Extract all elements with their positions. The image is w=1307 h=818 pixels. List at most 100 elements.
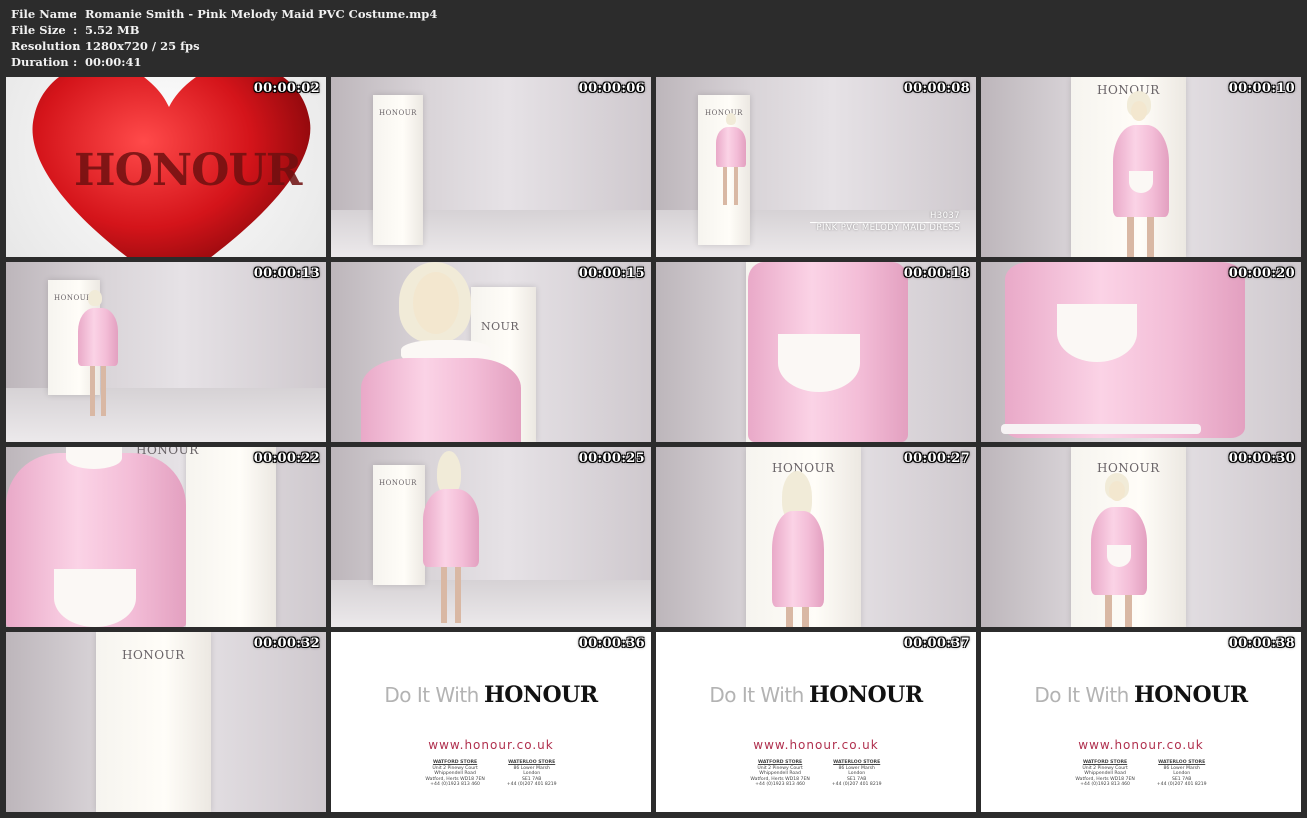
timestamp: 00:00:37 [903,636,970,651]
resolution-row: Resolution : 1280x720 / 25 fps [11,38,437,54]
product-title: PINK PVC MELODY MAID DRESS [816,223,960,233]
pink-dress [423,489,479,567]
panel-logo: HONOUR [122,648,185,662]
panel-logo: NOUR [481,320,520,333]
store-phone: +44 (0)1923 813 460 [755,782,805,788]
honour-logo: HONOUR [483,682,598,708]
model-leg [734,167,738,205]
promo-tagline: Do It With HONOUR [656,682,976,708]
timestamp: 00:00:38 [1228,636,1295,651]
model-hair [726,113,736,125]
store-phone: +44 (0)207 401 8219 [506,782,557,788]
thumbnail-promo[interactable]: Do It With HONOUR www.honour.co.uk WATFO… [331,632,651,812]
tagline-text: Do It With [384,683,479,707]
resolution-label: Resolution [11,39,81,53]
timestamp: 00:00:20 [1228,266,1295,281]
store-list: WATFORD STORE Unit 2 Pinewy Court Whippe… [331,760,651,788]
file-name-label: File Name [11,7,77,21]
model-leg [1147,217,1154,257]
store-title: WATFORD STORE [432,760,478,765]
website-url: www.honour.co.uk [1078,738,1204,752]
model-head [1109,481,1125,501]
model-head [413,272,459,334]
store-line: Whippendell Road [1084,771,1126,777]
model-leg [1127,217,1134,257]
thumbnail-model-mid-2[interactable]: HONOUR 00:00:30 [981,447,1301,627]
pink-dress [772,511,824,607]
backdrop-panel [373,95,423,245]
backdrop-panel [186,447,276,627]
store-phone: +44 (0)1923 813 460 [1080,782,1130,788]
timestamp: 00:00:22 [253,451,320,466]
duration-row: Duration : 00:00:41 [11,54,437,70]
panel-logo: HONOUR [379,479,417,487]
timestamp: 00:00:32 [253,636,320,651]
store-title: WATFORD STORE [1082,760,1128,765]
thumbnail-closeup-face[interactable]: NOUR 00:00:15 [331,262,651,442]
store-phone: +44 (0)207 401 8219 [831,782,882,788]
studio-floor [6,388,326,442]
promo-tagline: Do It With HONOUR [981,682,1301,708]
model-leg [723,167,727,205]
store-watford: WATFORD STORE Unit 2 Pinewy Court Whippe… [1075,760,1134,788]
timestamp: 00:00:27 [903,451,970,466]
file-size-row: File Size : 5.52 MB [11,22,437,38]
resolution-value: 1280x720 / 25 fps [85,39,200,53]
white-apron [1129,171,1153,193]
panel-logo: HONOUR [54,294,92,302]
website-url: www.honour.co.uk [428,738,554,752]
store-title: WATERLOO STORE [508,760,556,765]
promo-card: Do It With HONOUR www.honour.co.uk WATFO… [331,632,651,812]
white-collar [66,447,122,469]
store-list: WATFORD STORE Unit 2 Pinewy Court Whippe… [981,760,1301,788]
thumbnail-empty-studio[interactable]: HONOUR 00:00:06 [331,77,651,257]
white-apron [778,334,860,392]
separator: : [73,23,78,37]
panel-logo: HONOUR [1097,83,1160,97]
model-hair [88,290,102,306]
separator: : [73,39,78,53]
thumbnail-closeup-skirt[interactable]: 00:00:20 [981,262,1301,442]
thumbnail-promo[interactable]: Do It With HONOUR www.honour.co.uk WATFO… [656,632,976,812]
store-title: WATERLOO STORE [1158,760,1206,765]
store-phone: +44 (0)1923 813 460 [430,782,480,788]
model-leg [455,567,461,623]
store-line: Whippendell Road [759,771,801,777]
model-leg [101,366,106,416]
thumbnail-model-walking[interactable]: HONOUR 00:00:13 [6,262,326,442]
timestamp: 00:00:08 [903,81,970,96]
pink-dress [716,127,746,167]
product-caption: H3037 PINK PVC MELODY MAID DRESS [810,211,960,233]
thumbnail-side-view[interactable]: HONOUR 00:00:27 [656,447,976,627]
panel-logo: HONOUR [1097,461,1160,475]
promo-card: Do It With HONOUR www.honour.co.uk WATFO… [656,632,976,812]
store-watford: WATFORD STORE Unit 2 Pinewy Court Whippe… [425,760,484,788]
thumbnail-promo[interactable]: Do It With HONOUR www.honour.co.uk WATFO… [981,632,1301,812]
timestamp: 00:00:02 [253,81,320,96]
duration-label: Duration [11,55,69,69]
file-size-label: File Size [11,23,66,37]
thumbnail-closeup-torso[interactable]: HONOUR 00:00:22 [6,447,326,627]
promo-tagline: Do It With HONOUR [331,682,651,708]
pink-dress [361,358,521,442]
store-list: WATFORD STORE Unit 2 Pinewy Court Whippe… [656,760,976,788]
thumbnail-heart[interactable]: HONOUR 00:00:02 [6,77,326,257]
thumbnail-model-mid[interactable]: HONOUR 00:00:10 [981,77,1301,257]
model-leg [90,366,95,416]
thumbnail-empty-panel[interactable]: HONOUR 00:00:32 [6,632,326,812]
store-title: WATFORD STORE [757,760,803,765]
file-size-value: 5.52 MB [85,23,140,37]
honour-logo: HONOUR [808,682,923,708]
model-leg [1105,595,1112,627]
tagline-text: Do It With [1034,683,1129,707]
thumbnail-closeup-apron[interactable]: 00:00:18 [656,262,976,442]
timestamp: 00:00:18 [903,266,970,281]
tagline-text: Do It With [709,683,804,707]
thumbnail-model-far[interactable]: HONOUR H3037 PINK PVC MELODY MAID DRESS … [656,77,976,257]
white-apron [1057,304,1137,362]
thumbnail-back-view[interactable]: HONOUR 00:00:25 [331,447,651,627]
pink-dress [78,308,118,366]
white-apron [1107,545,1131,567]
file-name-value: Romanie Smith - Pink Melody Maid PVC Cos… [85,7,438,21]
product-code: H3037 [810,211,960,223]
